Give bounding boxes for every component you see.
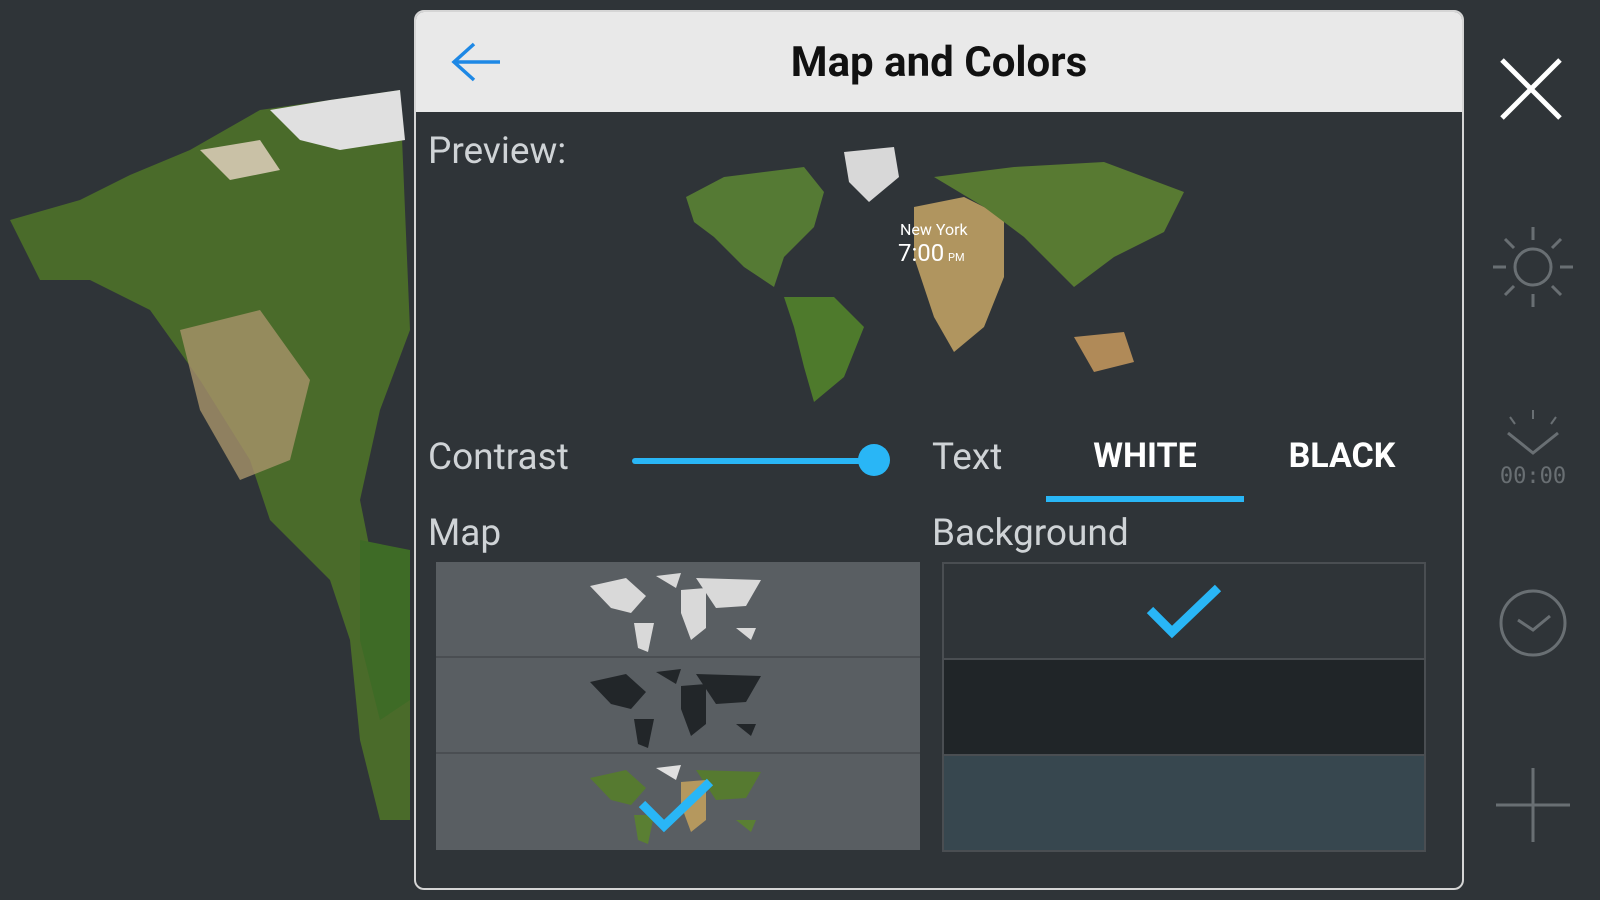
sync-icon[interactable] (1488, 578, 1578, 668)
text-tab-indicator (1046, 496, 1244, 502)
dialog-header: Map and Colors (416, 12, 1462, 112)
text-white-tab[interactable]: WHITE (1046, 436, 1244, 476)
background-map (10, 90, 410, 820)
text-label: Text (932, 436, 1003, 479)
close-icon[interactable] (1496, 54, 1566, 124)
contrast-slider-track[interactable] (632, 458, 874, 464)
add-icon[interactable] (1488, 760, 1578, 850)
map-option-satellite[interactable] (436, 754, 920, 850)
text-black-tab[interactable]: BLACK (1250, 436, 1434, 476)
background-option-3[interactable] (942, 754, 1426, 852)
preview-ampm: PM (948, 251, 965, 264)
preview-city: New York (900, 220, 969, 239)
dark-map-thumbnail (590, 669, 761, 748)
contrast-label: Contrast (428, 436, 569, 479)
svg-text:00:00: 00:00 (1500, 464, 1566, 489)
light-map-thumbnail (590, 573, 761, 652)
map-colors-dialog: Map and Colors Preview: New York 7:00 PM… (414, 10, 1464, 890)
map-label: Map (428, 512, 502, 555)
preview-map: New York 7:00 PM (686, 147, 1184, 402)
preview-label: Preview: (428, 130, 567, 173)
background-option-2[interactable] (942, 658, 1426, 756)
dialog-title: Map and Colors (790, 38, 1088, 87)
brightness-icon[interactable] (1488, 222, 1578, 312)
background-label: Background (932, 512, 1129, 555)
background-selected-check-icon (1146, 584, 1222, 639)
preview-time: 7:00 (898, 239, 944, 267)
map-selected-check-icon (638, 778, 714, 833)
alarm-clock-icon[interactable]: 00:00 (1488, 405, 1578, 495)
map-option-dark[interactable] (436, 658, 920, 754)
contrast-slider-thumb[interactable] (858, 444, 890, 476)
map-option-light[interactable] (436, 562, 920, 658)
background-option-1[interactable] (942, 562, 1426, 660)
